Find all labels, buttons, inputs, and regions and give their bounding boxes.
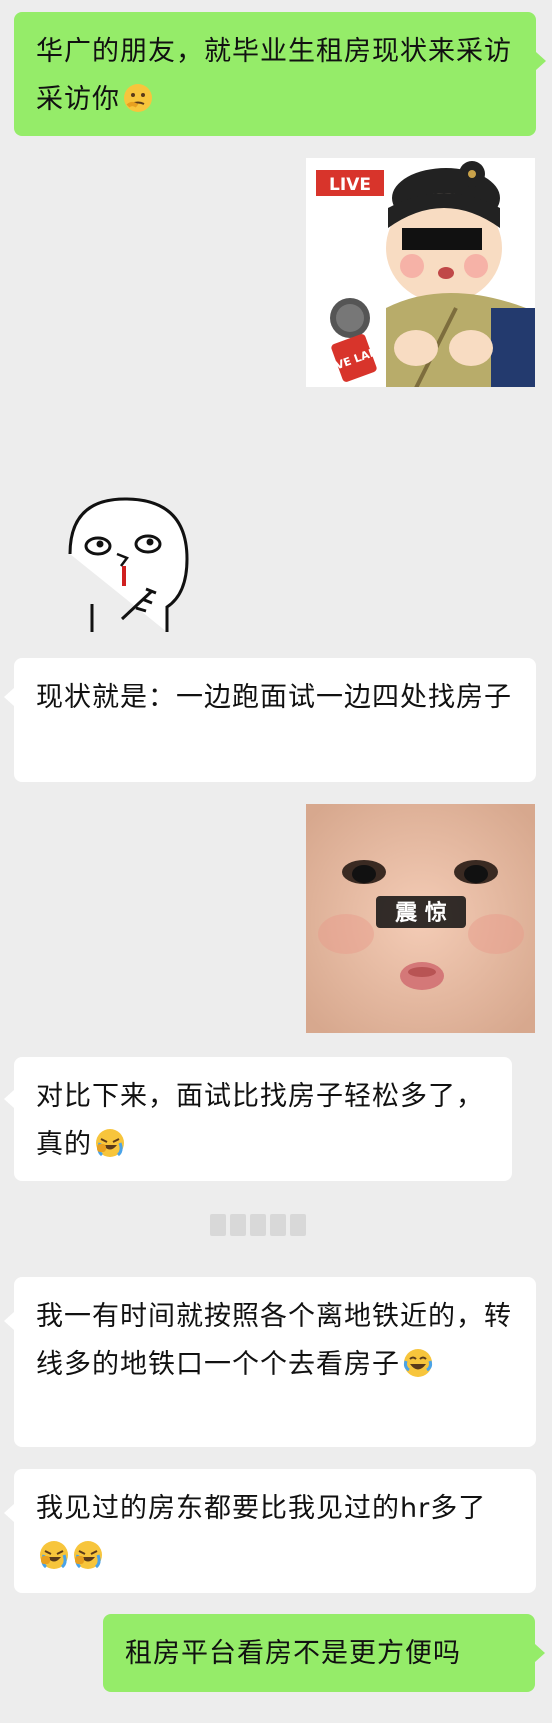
baby-face-icon: 震 惊 <box>306 804 535 1033</box>
reporter-cartoon-icon: LIVE FIVE LAKE <box>316 161 535 387</box>
bubble-tail <box>4 688 14 706</box>
crying-laugh-emoji-icon <box>96 1129 124 1157</box>
message-bubble-incoming[interactable]: 对比下来，面试比找房子轻松多了，真的 <box>14 1057 512 1181</box>
reporter-sticker[interactable]: LIVE FIVE LAKE <box>306 158 535 387</box>
crying-laugh-emoji-icon <box>74 1541 102 1569</box>
bubble-tail <box>535 1644 545 1662</box>
message-bubble-incoming[interactable]: 我见过的房东都要比我见过的hr多了 <box>14 1469 536 1593</box>
message-text: 我一有时间就按照各个离地铁近的，转线多的地铁口一个个去看房子 <box>36 1301 512 1380</box>
message-text: 我见过的房东都要比我见过的hr多了 <box>36 1493 487 1524</box>
blurred-timestamp <box>210 1214 330 1236</box>
bubble-tail <box>536 52 546 70</box>
baby-shocked-sticker[interactable]: 震 惊 <box>306 804 535 1033</box>
crying-laugh-emoji-icon <box>40 1541 68 1569</box>
message-bubble-incoming[interactable]: 我一有时间就按照各个离地铁近的，转线多的地铁口一个个去看房子 <box>14 1277 536 1447</box>
message-text: 现状就是：一边跑面试一边四处找房子 <box>36 682 512 713</box>
message-bubble-outgoing[interactable]: 租房平台看房不是更方便吗 <box>103 1614 535 1692</box>
doodle-sticker[interactable] <box>62 494 192 634</box>
laughing-tears-emoji-icon <box>403 1349 433 1377</box>
thinking-emoji-icon <box>124 84 152 112</box>
bubble-tail <box>4 1312 14 1330</box>
message-bubble-outgoing[interactable]: 华广的朋友，就毕业生租房现状来采访采访你 <box>14 12 536 136</box>
message-bubble-incoming[interactable]: 现状就是：一边跑面试一边四处找房子 <box>14 658 536 782</box>
message-text: 租房平台看房不是更方便吗 <box>125 1638 461 1669</box>
bubble-tail <box>4 1090 14 1108</box>
live-label: LIVE <box>329 175 371 195</box>
caption-label: 震 惊 <box>395 900 447 926</box>
message-text: 华广的朋友，就毕业生租房现状来采访采访你 <box>36 36 512 115</box>
bubble-tail <box>4 1504 14 1522</box>
nosebleed-doodle-icon <box>68 497 189 632</box>
